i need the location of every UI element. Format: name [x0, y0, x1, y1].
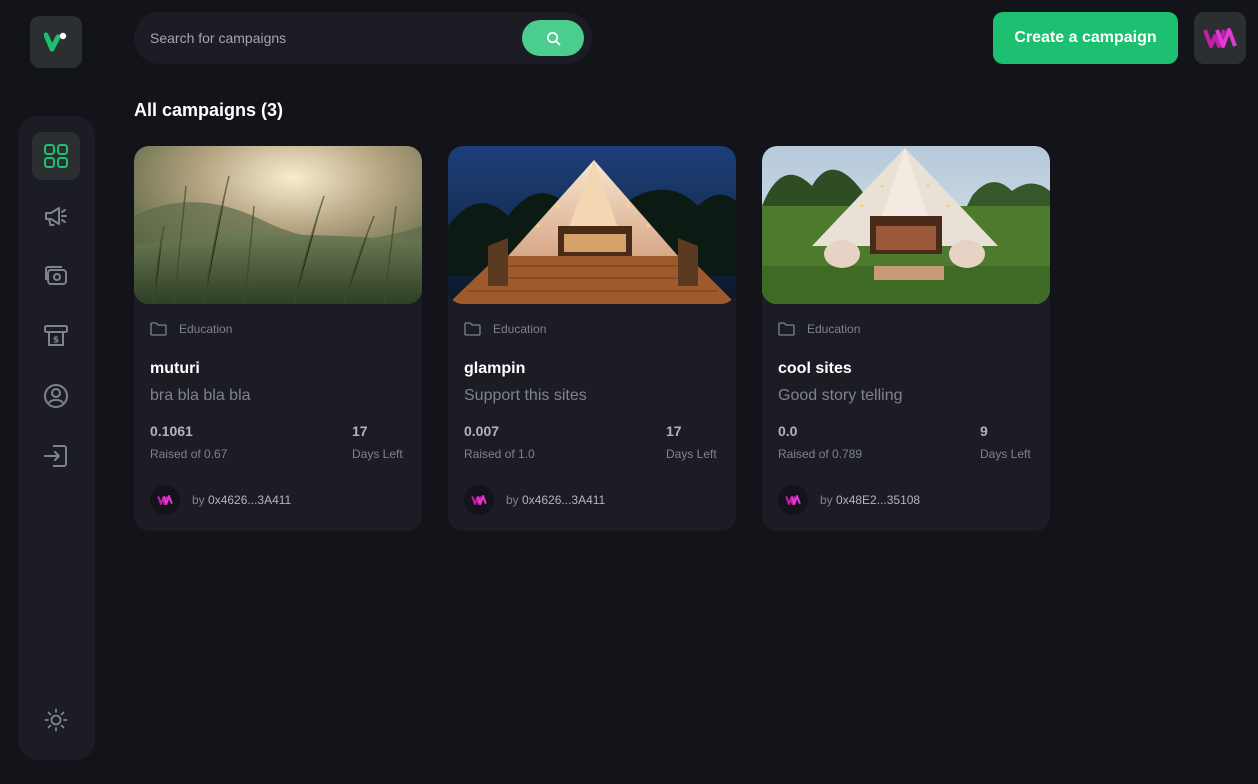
campaign-card[interactable]: Education cool sites Good story telling …	[762, 146, 1050, 531]
owner-avatar	[778, 485, 808, 515]
campaign-owner: by 0x4626...3A411	[464, 485, 605, 515]
app-logo[interactable]	[30, 16, 82, 68]
category-label: Education	[493, 322, 547, 336]
sidebar-item-logout[interactable]	[32, 432, 80, 480]
days-left-label: Days Left	[352, 447, 403, 461]
profile-avatar[interactable]	[1194, 12, 1246, 64]
page-title: All campaigns (3)	[134, 100, 284, 120]
campaign-title: glampin	[464, 360, 526, 377]
profile-icon	[44, 384, 68, 408]
campaign-icon	[45, 207, 67, 226]
search-button[interactable]	[522, 20, 584, 56]
folder-icon	[150, 322, 167, 336]
sun-icon	[44, 708, 68, 732]
create-campaign-button[interactable]: Create a campaign	[993, 12, 1178, 64]
logo-icon	[44, 32, 67, 52]
campaign-description: Good story telling	[778, 387, 903, 404]
campaign-owner: by 0x48E2...35108	[778, 485, 920, 515]
search-input[interactable]	[150, 30, 522, 46]
search-icon	[546, 31, 560, 45]
campaign-title: cool sites	[778, 360, 852, 377]
days-left-value: 17	[352, 423, 368, 439]
sidebar: $	[18, 116, 95, 760]
owner-by-label: by	[820, 493, 833, 507]
raised-label: Raised of 1.0	[464, 447, 535, 461]
brand-avatar-icon	[471, 495, 487, 505]
raised-label: Raised of 0.67	[150, 447, 228, 461]
category-label: Education	[179, 322, 233, 336]
owner-address: 0x4626...3A411	[208, 493, 292, 507]
owner-avatar	[150, 485, 180, 515]
days-left-value: 9	[980, 423, 988, 439]
campaign-owner: by 0x4626...3A411	[150, 485, 291, 515]
campaign-description: Support this sites	[464, 387, 587, 404]
days-left-value: 17	[666, 423, 682, 439]
campaign-image-grass	[134, 146, 422, 304]
brand-avatar-icon	[157, 495, 173, 505]
raised-label: Raised of 0.789	[778, 447, 863, 461]
raised-amount: 0.0	[778, 423, 798, 439]
campaign-image-tent-night	[448, 146, 736, 304]
raised-amount: 0.1061	[150, 423, 193, 439]
owner-address: 0x48E2...35108	[836, 493, 921, 507]
owner-by-label: by	[506, 493, 519, 507]
sidebar-item-profile[interactable]	[32, 372, 80, 420]
svg-text:$: $	[53, 336, 59, 346]
sidebar-item-withdraw[interactable]: $	[32, 312, 80, 360]
payment-icon	[45, 266, 67, 285]
campaign-category: Education	[778, 322, 860, 336]
category-label: Education	[807, 322, 861, 336]
sidebar-item-dashboard[interactable]	[32, 132, 80, 180]
sidebar-item-payment[interactable]	[32, 252, 80, 300]
days-left-label: Days Left	[666, 447, 717, 461]
campaign-category: Education	[150, 322, 232, 336]
dashboard-icon	[44, 144, 68, 168]
search-bar	[134, 12, 592, 64]
campaign-description: bra bla bla bla	[150, 387, 251, 404]
owner-by-label: by	[192, 493, 205, 507]
campaign-card[interactable]: Education glampin Support this sites 0.0…	[448, 146, 736, 531]
campaign-category: Education	[464, 322, 546, 336]
brand-avatar-icon	[785, 495, 801, 505]
theme-toggle-button[interactable]	[32, 696, 80, 744]
folder-icon	[778, 322, 795, 336]
owner-avatar	[464, 485, 494, 515]
owner-address: 0x4626...3A411	[522, 493, 606, 507]
folder-icon	[464, 322, 481, 336]
sidebar-item-campaign[interactable]	[32, 192, 80, 240]
campaign-image-tent-day	[762, 146, 1050, 304]
days-left-label: Days Left	[980, 447, 1031, 461]
brand-avatar-icon	[1203, 28, 1237, 48]
campaign-card[interactable]: Education muturi bra bla bla bla 0.1061 …	[134, 146, 422, 531]
campaign-title: muturi	[150, 360, 200, 377]
withdraw-icon: $	[44, 325, 68, 346]
logout-icon	[44, 445, 67, 467]
raised-amount: 0.007	[464, 423, 500, 439]
